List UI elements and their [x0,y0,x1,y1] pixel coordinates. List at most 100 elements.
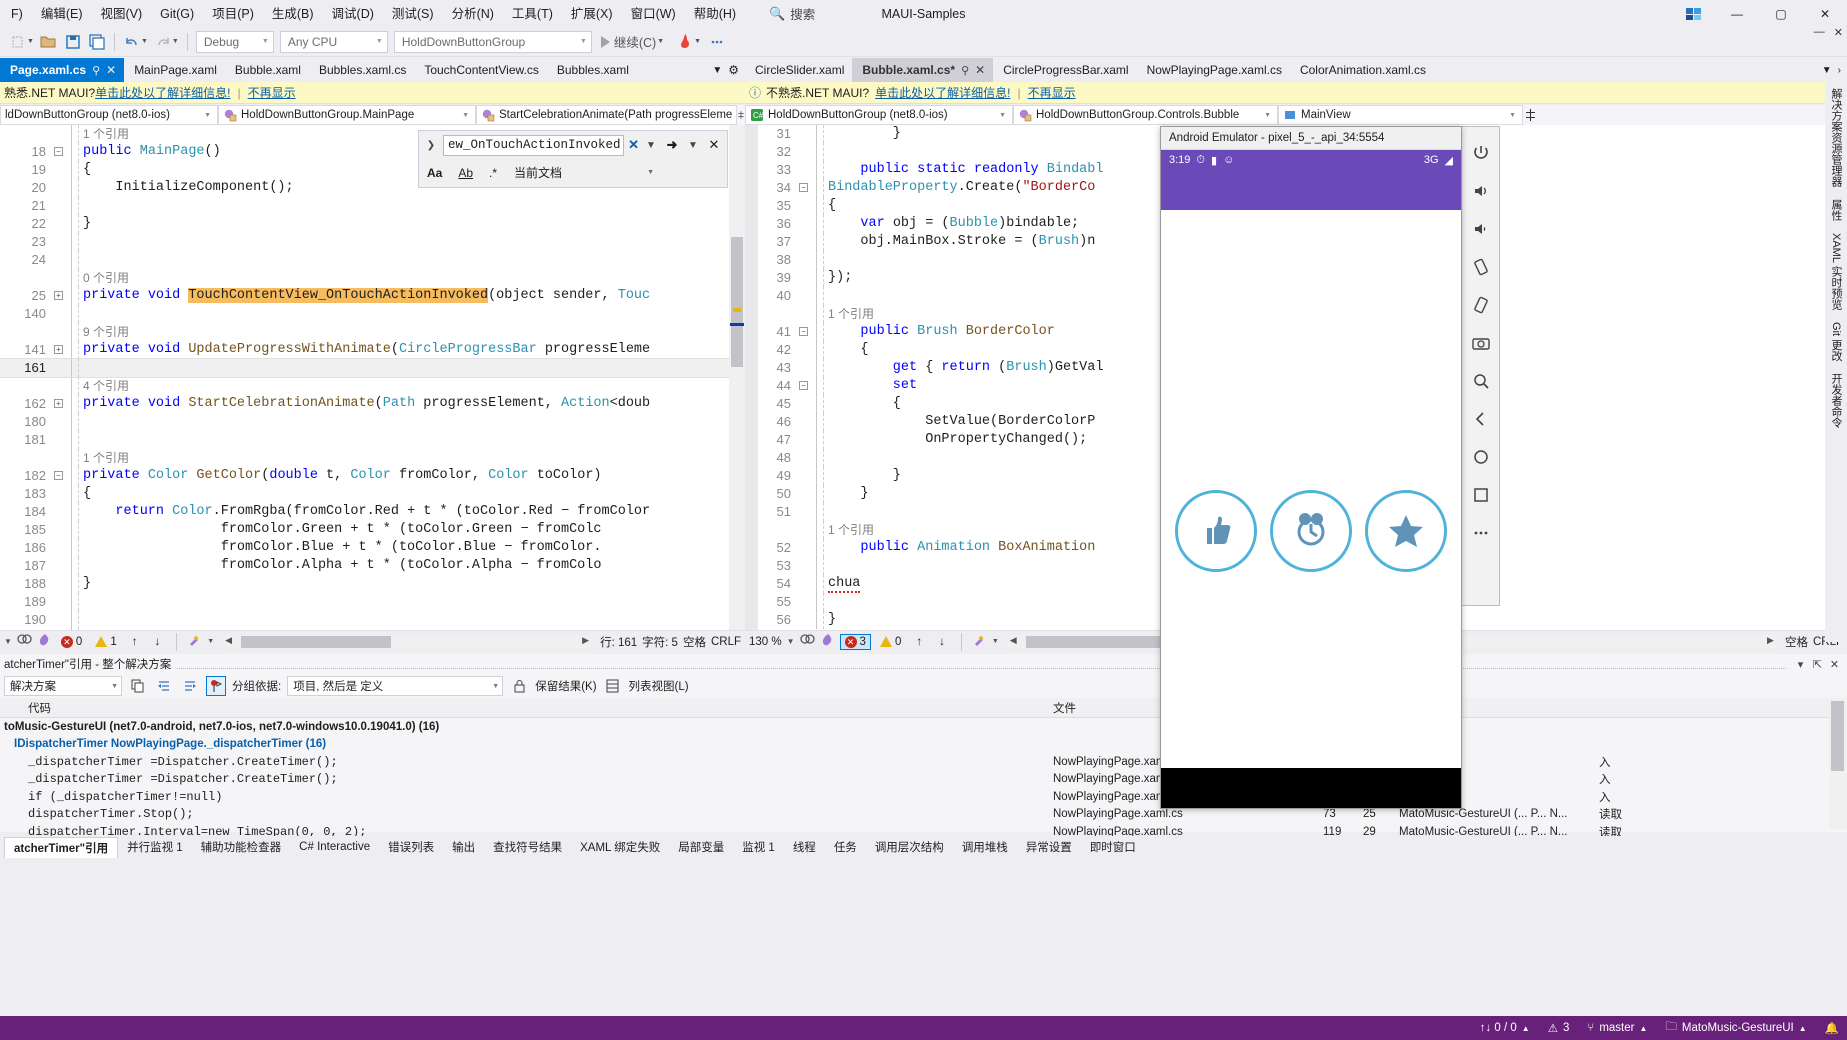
open-folder-icon[interactable] [37,30,61,54]
code-line[interactable]: 23 [0,233,745,251]
bottom-tab-5[interactable]: 输出 [443,837,484,857]
code-line[interactable]: 9 个引用 [0,323,745,341]
chevron-right-icon[interactable]: › [1838,65,1841,76]
hot-reload-caret-icon[interactable]: ▼ [694,38,704,45]
issue-count[interactable]: ⚠ 3 [1548,1021,1570,1035]
regex-toggle[interactable]: .* [485,165,501,181]
pin-icon[interactable]: ⚲ [961,64,969,77]
chevron-down-icon[interactable]: ▼ [207,638,214,645]
fold-toggle-icon[interactable]: + [52,395,66,413]
code-line[interactable]: 25 + private void TouchContentView_OnTouch… [0,287,745,305]
global-search[interactable]: 🔍 搜索 [761,2,823,25]
menu-item-extensions[interactable]: 扩展(X) [562,2,622,26]
clear-find-icon[interactable]: ✕ [628,137,639,153]
git-repository[interactable]: 🗀 MatoMusic-GestureUI ▲ [1665,1019,1806,1038]
copy-icon[interactable] [128,676,148,696]
source-control-changes[interactable]: ↑↓ 0 / 0 ▲ [1475,1022,1530,1034]
code-cleanup-icon[interactable] [187,633,202,650]
right-project-dropdown[interactable]: C# HoldDownButtonGroup (net8.0-ios) ▼ [745,105,1013,125]
menu-item-window[interactable]: 窗口(W) [622,2,685,26]
left-hscroll-thumb[interactable] [241,635,392,648]
code-line[interactable]: 184 return Color.FromRgba(fromColor.Red … [0,503,745,521]
tab-coloranimation-xaml-cs[interactable]: ColorAnimation.xaml.cs [1289,58,1435,82]
home-icon[interactable] [1469,445,1493,469]
codelens-reference-count[interactable]: 1 个引用 [83,127,129,141]
menu-item-file[interactable]: F) [2,2,32,26]
banner-link[interactable]: 单击此处以了解详细信息! [95,84,230,101]
codelens-reference-count[interactable]: 1 个引用 [83,451,129,465]
configuration-dropdown[interactable]: Debug ▼ [195,30,274,53]
startup-project-dropdown[interactable]: HoldDownButtonGroup ▼ [393,30,592,53]
tab-circleslider-xaml[interactable]: CircleSlider.xaml [745,58,853,82]
left-horizontal-scrollbar[interactable]: ◀ ▶ [223,634,592,649]
code-line[interactable]: 161 [0,358,745,378]
android-emulator-window[interactable]: Android Emulator - pixel_5_-_api_34:5554… [1160,126,1462,809]
column-code[interactable]: 代码 [0,700,1053,716]
camera-icon[interactable] [1469,331,1493,355]
fold-toggle-icon[interactable]: + [52,341,66,359]
find-result-row[interactable]: dispatcherTimer.Stop(); NowPlayingPage.xa… [0,806,1847,824]
codelens-reference-count[interactable]: 0 个引用 [83,271,129,285]
intellicode-icon[interactable] [821,633,835,650]
codelens-reference-count[interactable]: 1 个引用 [828,307,874,321]
find-next-icon[interactable]: ➜ [663,137,681,153]
more-toolbar-icon[interactable] [704,30,728,54]
prev-issue-icon[interactable]: ↑ [126,636,144,648]
left-code-editor[interactable]: 1 个引用 18− public MainPage() 19{20 Initializ… [0,125,745,630]
codelens-reference-count[interactable]: 9 个引用 [83,325,129,339]
left-project-dropdown[interactable]: ldDownButtonGroup (net8.0-ios) ▼ [0,105,218,125]
tool-tab-xaml-live-preview[interactable]: XAML 实时预览 [1826,227,1846,316]
rotate-left-icon[interactable] [1469,255,1493,279]
menu-item-help[interactable]: 帮助(H) [685,2,745,26]
code-line[interactable]: 182− private Color GetColor(double t, Col… [0,467,745,485]
emulator-close-button[interactable]: ✕ [1834,26,1843,39]
emulator-minimize-button[interactable]: — [1814,26,1825,39]
scroll-left-icon[interactable]: ◀ [1010,635,1017,646]
find-widget[interactable]: ❯ ew_OnTouchActionInvoked ✕ ▼ ➜ ▼ ✕ Aa A… [418,130,728,188]
code-cleanup-icon[interactable] [972,633,987,650]
code-analysis-icon[interactable] [799,633,816,650]
results-scrollbar-thumb[interactable] [1831,701,1844,771]
menu-item-view[interactable]: 视图(V) [91,2,151,26]
lock-icon[interactable] [509,676,529,696]
platform-dropdown[interactable]: Any CPU ▼ [279,30,388,53]
tool-tab-git-changes[interactable]: Git 更改 [1826,316,1846,367]
bottom-tab-7[interactable]: XAML 绑定失败 [571,837,669,857]
bottom-tab-8[interactable]: 局部变量 [669,837,733,857]
bottom-tab-6[interactable]: 查找符号结果 [484,837,571,857]
code-line[interactable]: 190 [0,611,745,629]
tab-page-xaml-cs[interactable]: Page.xaml.cs ⚲ ✕ [0,58,125,82]
keep-results-icon[interactable] [206,676,226,696]
match-case-toggle[interactable]: Aa [423,165,446,181]
code-line[interactable]: 0 个引用 [0,269,745,287]
code-line[interactable]: 22} [0,215,745,233]
next-issue-icon[interactable]: ↓ [933,636,951,648]
close-find-icon[interactable]: ✕ [705,137,723,153]
code-line[interactable]: 180 [0,413,745,431]
prev-issue-icon[interactable]: ↑ [910,636,928,648]
find-result-row[interactable]: _dispatcherTimer =Dispatcher.CreateTimer… [0,753,1847,771]
split-view-icon[interactable] [737,105,745,125]
notifications-icon[interactable]: 🔔 [1825,1021,1839,1035]
tab-touchcontentview-cs[interactable]: TouchContentView.cs [414,58,547,82]
chevron-down-icon[interactable]: ▼ [4,637,12,646]
scroll-right-icon[interactable]: ▶ [1767,635,1774,646]
left-warning-count[interactable]: 1 [91,635,120,649]
find-result-group[interactable]: IDispatcherTimer NowPlayingPage._dispatc… [0,736,1847,754]
codelens-reference-count[interactable]: 1 个引用 [828,523,874,537]
tab-bubble-xaml[interactable]: Bubble.xaml [224,58,309,82]
bottom-tab-0[interactable]: atcherTimer"引用 [4,836,119,858]
find-result-group[interactable]: toMusic-GestureUI (net7.0-android, net7.… [0,718,1847,736]
list-view-label[interactable]: 列表视图(L) [629,678,689,694]
panel-close-icon[interactable]: ✕ [1826,658,1843,671]
right-warning-count[interactable]: 0 [876,635,905,649]
find-options-caret-icon[interactable]: ▼ [685,140,701,151]
code-line[interactable]: 181 [0,431,745,449]
right-zoom-level[interactable]: 130 % [749,636,782,648]
tool-tab-properties[interactable]: 属性 [1826,193,1846,227]
tab-circleprogressbar-xaml[interactable]: CircleProgressBar.xaml [993,58,1137,82]
code-line[interactable]: 189 [0,593,745,611]
scroll-right-icon[interactable]: ▶ [582,635,589,646]
code-line[interactable]: 140 [0,305,745,323]
find-result-row[interactable]: _dispatcherTimer =Dispatcher.CreateTimer… [0,771,1847,789]
